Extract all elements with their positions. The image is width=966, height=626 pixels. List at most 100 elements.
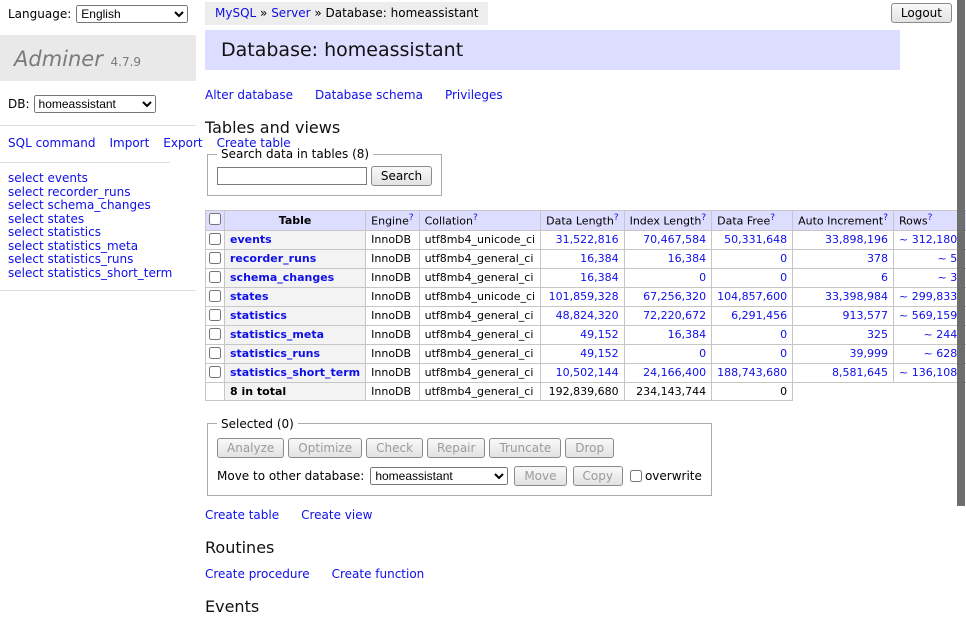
row-checkbox[interactable] [209, 271, 221, 283]
sidebar-item-statistics[interactable]: select statistics [8, 225, 101, 239]
sidebar-action-import[interactable]: Import [109, 136, 149, 150]
column-help-link[interactable]: ? [473, 213, 478, 223]
table-row: recorder_runsInnoDButf8mb4_general_ci16,… [206, 249, 966, 268]
total-engine-cell: InnoDB [366, 382, 419, 400]
column-header-rows: Rows? [894, 211, 963, 231]
engine-cell: InnoDB [366, 306, 419, 325]
total-select-cell [206, 382, 225, 400]
move-row: Move to other database: homeassistant Mo… [217, 466, 702, 486]
page-scrollbar[interactable] [957, 0, 965, 506]
drop-button[interactable]: Drop [565, 438, 614, 458]
table-row: statistics_metaInnoDButf8mb4_general_ci4… [206, 325, 966, 344]
collation-cell: utf8mb4_general_ci [419, 306, 540, 325]
data-free-cell: 104,857,600 [712, 287, 793, 306]
rows-cell: ~ 628 [894, 344, 963, 363]
sidebar-item-schema_changes[interactable]: select schema_changes [8, 198, 151, 212]
app-logo: Adminer 4.7.9 [0, 35, 196, 81]
optimize-button[interactable]: Optimize [288, 438, 362, 458]
sidebar-item-statistics_runs[interactable]: select statistics_runs [8, 252, 133, 266]
link-alter-database[interactable]: Alter database [205, 88, 293, 102]
data-length-cell: 49,152 [541, 344, 624, 363]
table-name-cell: statistics_short_term [225, 363, 366, 382]
overwrite-checkbox[interactable] [630, 470, 642, 482]
table-link-states[interactable]: states [230, 290, 269, 303]
breadcrumb-item[interactable]: Server [271, 6, 310, 20]
index-length-cell: 0 [624, 344, 712, 363]
collation-cell: utf8mb4_general_ci [419, 268, 540, 287]
row-checkbox[interactable] [209, 309, 221, 321]
sidebar-action-sql-command[interactable]: SQL command [8, 136, 95, 150]
row-checkbox[interactable] [209, 233, 221, 245]
language-select[interactable]: English [76, 5, 188, 23]
link-create-function[interactable]: Create function [332, 567, 425, 581]
data-length-cell: 101,859,328 [541, 287, 624, 306]
sidebar-item-events[interactable]: select events [8, 171, 88, 185]
search-input[interactable] [217, 167, 367, 185]
index-length-cell: 24,166,400 [624, 363, 712, 382]
list-item: select statistics_short_term [8, 267, 188, 281]
column-help-link[interactable]: ? [770, 213, 775, 223]
breadcrumb-item: Database: homeassistant [326, 6, 479, 20]
column-header-collation: Collation? [419, 211, 540, 231]
search-button[interactable]: Search [371, 166, 432, 186]
link-create-table[interactable]: Create table [205, 508, 279, 522]
list-item: select states [8, 213, 188, 227]
sidebar-item-statistics_meta[interactable]: select statistics_meta [8, 239, 138, 253]
table-link-statistics_short_term[interactable]: statistics_short_term [230, 366, 360, 379]
repair-button[interactable]: Repair [427, 438, 485, 458]
column-help-link[interactable]: ? [614, 213, 619, 223]
breadcrumb-item[interactable]: MySQL [215, 6, 256, 20]
table-link-statistics_meta[interactable]: statistics_meta [230, 328, 324, 341]
table-link-recorder_runs[interactable]: recorder_runs [230, 252, 316, 265]
routine-links: Create procedure Create function [205, 567, 900, 581]
column-help-link[interactable]: ? [883, 213, 888, 223]
table-link-statistics_runs[interactable]: statistics_runs [230, 347, 320, 360]
check-button[interactable]: Check [366, 438, 423, 458]
rows-cell: ~ 569,159 [894, 306, 963, 325]
copy-button[interactable]: Copy [573, 466, 623, 486]
search-fieldset: Search data in tables (8) Search [207, 147, 442, 196]
page-title: Database: homeassistant [205, 30, 900, 70]
analyze-button[interactable]: Analyze [217, 438, 284, 458]
data-free-cell: 0 [712, 249, 793, 268]
table-link-schema_changes[interactable]: schema_changes [230, 271, 334, 284]
routines-heading: Routines [205, 538, 900, 557]
events-heading: Events [205, 597, 900, 616]
logout-button[interactable]: Logout [891, 3, 952, 23]
engine-cell: InnoDB [366, 344, 419, 363]
db-select[interactable]: homeassistant [34, 95, 156, 113]
link-create-procedure[interactable]: Create procedure [205, 567, 310, 581]
app-name[interactable]: Adminer [14, 47, 103, 71]
sidebar-actions: SQL commandImportExportCreate table [0, 126, 170, 163]
row-checkbox[interactable] [209, 290, 221, 302]
move-db-select[interactable]: homeassistant [370, 467, 508, 485]
truncate-button[interactable]: Truncate [489, 438, 561, 458]
sidebar-item-recorder_runs[interactable]: select recorder_runs [8, 185, 131, 199]
data-free-cell: 188,743,680 [712, 363, 793, 382]
column-help-link[interactable]: ? [928, 213, 933, 223]
table-link-events[interactable]: events [230, 233, 272, 246]
auto-increment-cell: 378 [793, 249, 894, 268]
data-length-cell: 16,384 [541, 249, 624, 268]
row-checkbox[interactable] [209, 347, 221, 359]
rows-cell: ~ 5 [894, 249, 963, 268]
link-create-view[interactable]: Create view [301, 508, 372, 522]
column-help-link[interactable]: ? [701, 213, 706, 223]
row-checkbox[interactable] [209, 366, 221, 378]
sidebar-action-export[interactable]: Export [163, 136, 202, 150]
link-database-schema[interactable]: Database schema [315, 88, 423, 102]
table-link-statistics[interactable]: statistics [230, 309, 287, 322]
row-checkbox[interactable] [209, 328, 221, 340]
table-name-cell: events [225, 230, 366, 249]
column-help-link[interactable]: ? [409, 213, 414, 223]
row-checkbox[interactable] [209, 252, 221, 264]
auto-increment-cell: 325 [793, 325, 894, 344]
select-all-checkbox[interactable] [209, 213, 221, 225]
link-privileges[interactable]: Privileges [445, 88, 503, 102]
collation-cell: utf8mb4_general_ci [419, 249, 540, 268]
rows-cell: ~ 136,108 [894, 363, 963, 382]
table-name-cell: schema_changes [225, 268, 366, 287]
sidebar-item-states[interactable]: select states [8, 212, 84, 226]
move-button[interactable]: Move [514, 466, 566, 486]
sidebar-item-statistics_short_term[interactable]: select statistics_short_term [8, 266, 172, 280]
